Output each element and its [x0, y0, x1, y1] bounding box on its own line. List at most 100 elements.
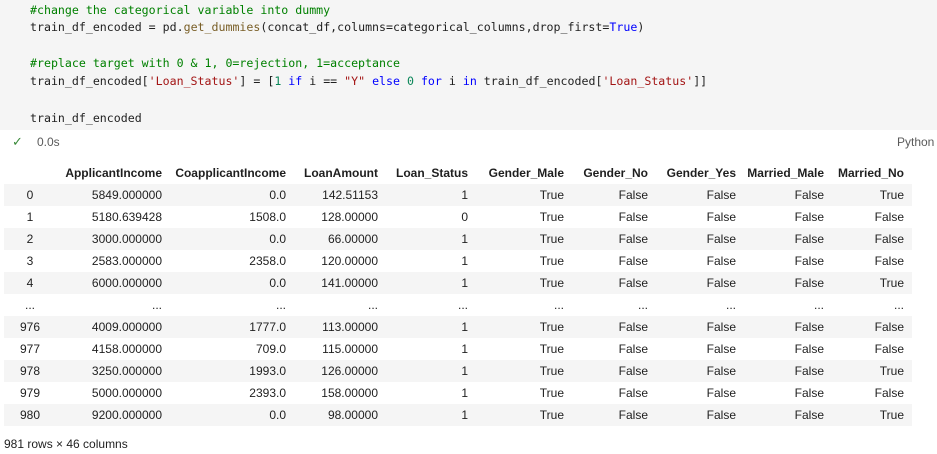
column-header: Gender_Yes: [666, 166, 736, 180]
code-cell[interactable]: #change the categorical variable into du…: [0, 0, 937, 130]
table-cell: ...: [553, 298, 564, 312]
code-line-get-dummies: train_df_encoded = pd.get_dummies(concat…: [30, 19, 644, 35]
table-cell: 113.00000: [322, 320, 378, 334]
table-cell: False: [794, 408, 824, 422]
table-cell: False: [618, 408, 648, 422]
code-token-keyword: True: [609, 20, 638, 34]
table-shape-summary: 981 rows × 46 columns: [4, 437, 128, 451]
table-row: 2 3000.000000 0.0 66.00000 1 True False False Fa…: [4, 228, 912, 250]
row-index: 977: [19, 342, 41, 356]
table-cell: False: [706, 342, 736, 356]
table-cell: False: [794, 386, 824, 400]
table-cell: False: [706, 320, 736, 334]
table-cell: 141.00000: [321, 276, 378, 290]
column-header: Married_No: [837, 166, 904, 180]
table-cell: 4009.000000: [91, 320, 162, 334]
table-cell: 0.0: [269, 232, 286, 246]
table-cell: ...: [813, 298, 824, 312]
code-token-string: "Y": [344, 74, 366, 88]
table-cell: False: [618, 210, 648, 224]
table-cell: False: [794, 276, 824, 290]
table-row: 0 5849.000000 0.0 142.51153 1 True False False F…: [4, 184, 912, 206]
column-header: Loan_Status: [395, 166, 468, 180]
table-cell: False: [706, 232, 736, 246]
row-index: 0: [26, 188, 34, 202]
code-token: ] = [: [239, 74, 275, 88]
row-index: 4: [26, 276, 34, 290]
table-cell: 3000.000000: [91, 232, 162, 246]
table-cell: False: [618, 364, 648, 378]
kernel-label[interactable]: Python: [897, 135, 934, 149]
table-cell: 5000.000000: [91, 386, 162, 400]
table-cell: False: [794, 320, 824, 334]
table-cell: False: [706, 210, 736, 224]
table-cell: False: [794, 188, 824, 202]
table-cell: 9200.000000: [91, 408, 162, 422]
table-cell: 128.00000: [321, 210, 378, 224]
table-cell: False: [618, 276, 648, 290]
code-token: train_df_encoded[: [30, 74, 149, 88]
table-cell: 6000.000000: [91, 276, 162, 290]
code-token-string: 'Loan_Status': [602, 74, 694, 88]
table-cell: ...: [893, 298, 904, 312]
table-cell: 4158.000000: [91, 342, 162, 356]
table-cell: False: [874, 320, 904, 334]
column-header: Married_Male: [747, 166, 824, 180]
code-token-keyword: if: [281, 74, 310, 88]
table-row: 3 2583.000000 2358.0 120.00000 1 True False Fal…: [4, 250, 912, 272]
table-cell: 1: [461, 276, 468, 290]
code-comment-replace-target: #replace target with 0 & 1, 0=rejection,…: [30, 56, 400, 70]
table-cell: 115.00000: [322, 342, 378, 356]
table-cell: True: [879, 408, 904, 422]
table-cell: False: [618, 320, 648, 334]
table-cell: 1: [461, 342, 468, 356]
table-cell: 158.00000: [321, 386, 378, 400]
column-header: Gender_No: [583, 166, 648, 180]
table-cell: False: [706, 408, 736, 422]
row-index: 980: [19, 408, 41, 422]
table-cell: 2358.0: [249, 254, 286, 268]
table-cell: False: [618, 188, 648, 202]
table-cell: False: [874, 232, 904, 246]
table-row: 977 4158.000000 709.0 115.00000 1 True False Fa…: [4, 338, 912, 360]
table-row: 978 3250.000000 1993.0 126.00000 1 True False F…: [4, 360, 912, 382]
column-header: LoanAmount: [304, 166, 378, 180]
table-cell: ...: [637, 298, 648, 312]
table-cell: False: [706, 364, 736, 378]
table-cell: 120.00000: [321, 254, 378, 268]
code-token: (concat_df,columns=categorical_columns,d…: [260, 20, 610, 34]
table-cell: False: [618, 254, 648, 268]
table-cell: False: [706, 386, 736, 400]
table-cell: 1993.0: [249, 364, 286, 378]
table-cell: 1777.0: [249, 320, 286, 334]
dataframe-table: ApplicantIncome CoapplicantIncome LoanAmou…: [4, 162, 912, 426]
table-cell: ...: [275, 298, 286, 312]
column-header: Gender_Male: [488, 166, 564, 180]
code-token: ]]: [693, 74, 708, 88]
code-token: .: [176, 20, 184, 34]
table-cell: 2583.000000: [91, 254, 162, 268]
table-cell: True: [539, 408, 564, 422]
code-token-keyword: for: [413, 74, 449, 88]
table-cell: True: [539, 320, 564, 334]
code-token-keyword: else: [365, 74, 407, 88]
row-index: 2: [26, 232, 34, 246]
table-row: 1 5180.639428 1508.0 128.00000 0 True False Fal…: [4, 206, 912, 228]
table-cell: ...: [367, 298, 378, 312]
code-token: pd: [162, 20, 177, 34]
code-token-number: 0: [406, 74, 414, 88]
table-cell: 98.00000: [327, 408, 378, 422]
table-cell: False: [618, 386, 648, 400]
code-token-keyword: in: [455, 74, 484, 88]
table-row: 979 5000.000000 2393.0 158.00000 1 True False F…: [4, 382, 912, 404]
table-cell: 1: [461, 232, 468, 246]
table-cell: 0.0: [269, 408, 286, 422]
table-cell: 3250.000000: [91, 364, 162, 378]
row-index: 976: [19, 320, 41, 334]
table-row: 980 9200.000000 0.0 98.00000 1 True False False…: [4, 404, 912, 426]
table-cell: False: [874, 254, 904, 268]
table-cell: 709.0: [255, 342, 286, 356]
table-body: 0 5849.000000 0.0 142.51153 1 True False False F…: [4, 184, 912, 426]
table-cell: False: [706, 276, 736, 290]
table-cell: 5849.000000: [91, 188, 162, 202]
